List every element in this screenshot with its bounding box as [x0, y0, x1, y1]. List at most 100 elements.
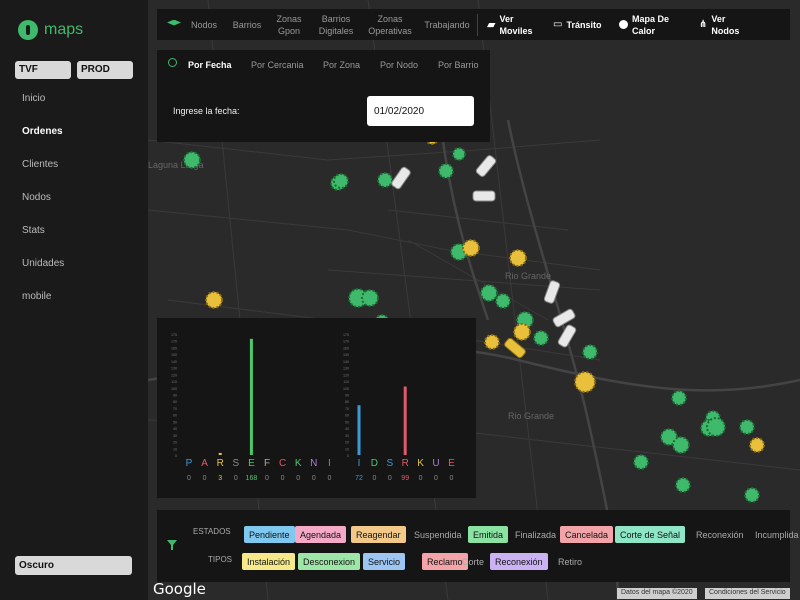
- y-tick-label: 90: [345, 394, 349, 398]
- order-marker[interactable]: [333, 173, 349, 189]
- order-marker[interactable]: [533, 330, 549, 346]
- value-label: 72: [355, 475, 363, 482]
- category-label: I: [358, 458, 361, 469]
- layer-toggle-zonas-gpon[interactable]: Zonas Gpon: [273, 13, 305, 37]
- tipo-chip[interactable]: Corte: [457, 553, 489, 570]
- y-tick-label: 50: [345, 420, 349, 424]
- order-marker[interactable]: [675, 477, 691, 493]
- filter-icon[interactable]: [167, 540, 177, 550]
- ver-nodos-button[interactable]: ⋔ Ver Nodos: [699, 13, 755, 37]
- sidebar-item-mobile[interactable]: mobile: [22, 291, 64, 324]
- estado-chip[interactable]: Suspendida: [409, 526, 467, 543]
- theme-toggle-button[interactable]: Oscuro: [15, 556, 132, 575]
- terms-link[interactable]: Condiciones del Servicio: [705, 588, 790, 599]
- tipo-chip[interactable]: Desconexion: [298, 553, 361, 570]
- vehicle-marker[interactable]: [472, 190, 496, 202]
- y-tick-label: 150: [343, 353, 349, 357]
- y-tick-label: 40: [345, 427, 349, 431]
- tvf-button[interactable]: TVF: [15, 61, 71, 79]
- tipo-chip[interactable]: Servicio: [363, 553, 406, 570]
- ver-nodos-label: Ver Nodos: [711, 13, 740, 36]
- order-marker[interactable]: [574, 371, 596, 393]
- y-tick-label: 120: [343, 373, 349, 377]
- legend-panel: ESTADOS TIPOS Pendiente Agendada Reagendar…: [157, 510, 799, 582]
- date-input[interactable]: 01/02/2020: [367, 96, 474, 126]
- ver-moviles-button[interactable]: ▰ Ver Moviles: [487, 13, 545, 37]
- order-marker[interactable]: [706, 417, 726, 437]
- layer-toggle-barrios[interactable]: Barrios: [229, 19, 265, 31]
- estado-chip[interactable]: Reagendar: [351, 526, 406, 543]
- order-marker[interactable]: [633, 454, 649, 470]
- estado-chip[interactable]: Finalizada: [510, 526, 561, 543]
- category-label: K: [295, 458, 302, 469]
- estado-chip[interactable]: Pendiente: [244, 526, 295, 543]
- value-label: 0: [296, 475, 300, 482]
- map-label-rio-grande-2: Rio Grande: [508, 411, 554, 421]
- prod-button[interactable]: PROD: [77, 61, 133, 79]
- y-tick-label: 60: [345, 414, 349, 418]
- vehicle-marker[interactable]: [543, 280, 561, 304]
- order-marker[interactable]: [739, 419, 755, 435]
- layer-toggle-nodos[interactable]: Nodos: [187, 19, 221, 31]
- vehicle-marker[interactable]: [557, 324, 577, 348]
- estado-chip[interactable]: Cancelada: [560, 526, 614, 543]
- tipo-chip[interactable]: Retiro: [553, 553, 587, 570]
- order-marker[interactable]: [452, 147, 466, 161]
- tab-por-fecha[interactable]: Por Fecha: [188, 60, 232, 70]
- order-marker[interactable]: [484, 334, 500, 350]
- sidebar-item-unidades[interactable]: Unidades: [22, 258, 64, 291]
- layer-toggle-trabajando[interactable]: Trabajando: [423, 19, 471, 31]
- y-tick-label: 100: [171, 387, 177, 391]
- order-marker[interactable]: [513, 323, 531, 341]
- antenna-icon: ⋔: [699, 18, 708, 30]
- sidebar-item-clientes[interactable]: Clientes: [22, 159, 64, 192]
- tab-por-cercania[interactable]: Por Cercania: [251, 60, 304, 70]
- order-marker[interactable]: [671, 390, 687, 406]
- app-logo[interactable]: maps: [18, 20, 83, 40]
- value-label: 0: [327, 475, 331, 482]
- order-marker[interactable]: [582, 344, 598, 360]
- order-marker[interactable]: [744, 487, 760, 503]
- sidebar-item-inicio[interactable]: Inicio: [22, 93, 64, 126]
- order-marker[interactable]: [438, 163, 454, 179]
- estado-chip[interactable]: Emitida: [468, 526, 509, 543]
- order-marker[interactable]: [495, 293, 511, 309]
- order-marker[interactable]: [480, 284, 498, 302]
- tab-por-nodo[interactable]: Por Nodo: [380, 60, 418, 70]
- sidebar-item-stats[interactable]: Stats: [22, 225, 64, 258]
- y-tick-label: 50: [173, 420, 177, 424]
- order-marker[interactable]: [205, 291, 223, 309]
- order-marker[interactable]: [377, 172, 393, 188]
- layer-toggle-barrios-digitales[interactable]: Barrios Digitales: [317, 13, 355, 37]
- order-marker[interactable]: [361, 289, 379, 307]
- tipo-chip[interactable]: Reconexión: [490, 553, 548, 570]
- heatmap-icon: [619, 20, 628, 29]
- tab-por-barrio[interactable]: Por Barrio: [438, 60, 479, 70]
- search-icon: [168, 58, 177, 67]
- mapa-de-calor-button[interactable]: Mapa De Calor: [619, 13, 691, 37]
- estado-chip[interactable]: Agendada: [295, 526, 347, 543]
- vehicle-marker[interactable]: [475, 154, 497, 177]
- estado-chip[interactable]: Reconexión: [691, 526, 749, 543]
- bar: [403, 386, 407, 455]
- vehicle-marker[interactable]: [391, 166, 412, 190]
- sidebar-item-ordenes[interactable]: Ordenes: [22, 126, 64, 159]
- tipo-chip[interactable]: Instalación: [242, 553, 296, 570]
- order-marker[interactable]: [509, 249, 527, 267]
- google-logo: Google: [153, 580, 206, 598]
- y-tick-label: 140: [171, 360, 177, 364]
- map-data-attribution[interactable]: Datos del mapa ©2020: [617, 588, 697, 599]
- sidebar-item-nodos[interactable]: Nodos: [22, 192, 64, 225]
- layer-toggle-zonas-operativas[interactable]: Zonas Operativas: [367, 13, 413, 37]
- estado-chip[interactable]: Incumplida: [750, 526, 800, 543]
- order-marker[interactable]: [462, 239, 480, 257]
- order-marker[interactable]: [183, 151, 201, 169]
- category-label: A: [201, 458, 208, 469]
- order-marker[interactable]: [749, 437, 765, 453]
- vehicle-marker[interactable]: [503, 337, 526, 359]
- transito-button[interactable]: ▭ Tránsito: [553, 19, 613, 31]
- order-marker[interactable]: [672, 436, 690, 454]
- tab-por-zona[interactable]: Por Zona: [323, 60, 360, 70]
- y-tick-label: 20: [173, 441, 177, 445]
- estado-chip[interactable]: Corte de Señal: [615, 526, 686, 543]
